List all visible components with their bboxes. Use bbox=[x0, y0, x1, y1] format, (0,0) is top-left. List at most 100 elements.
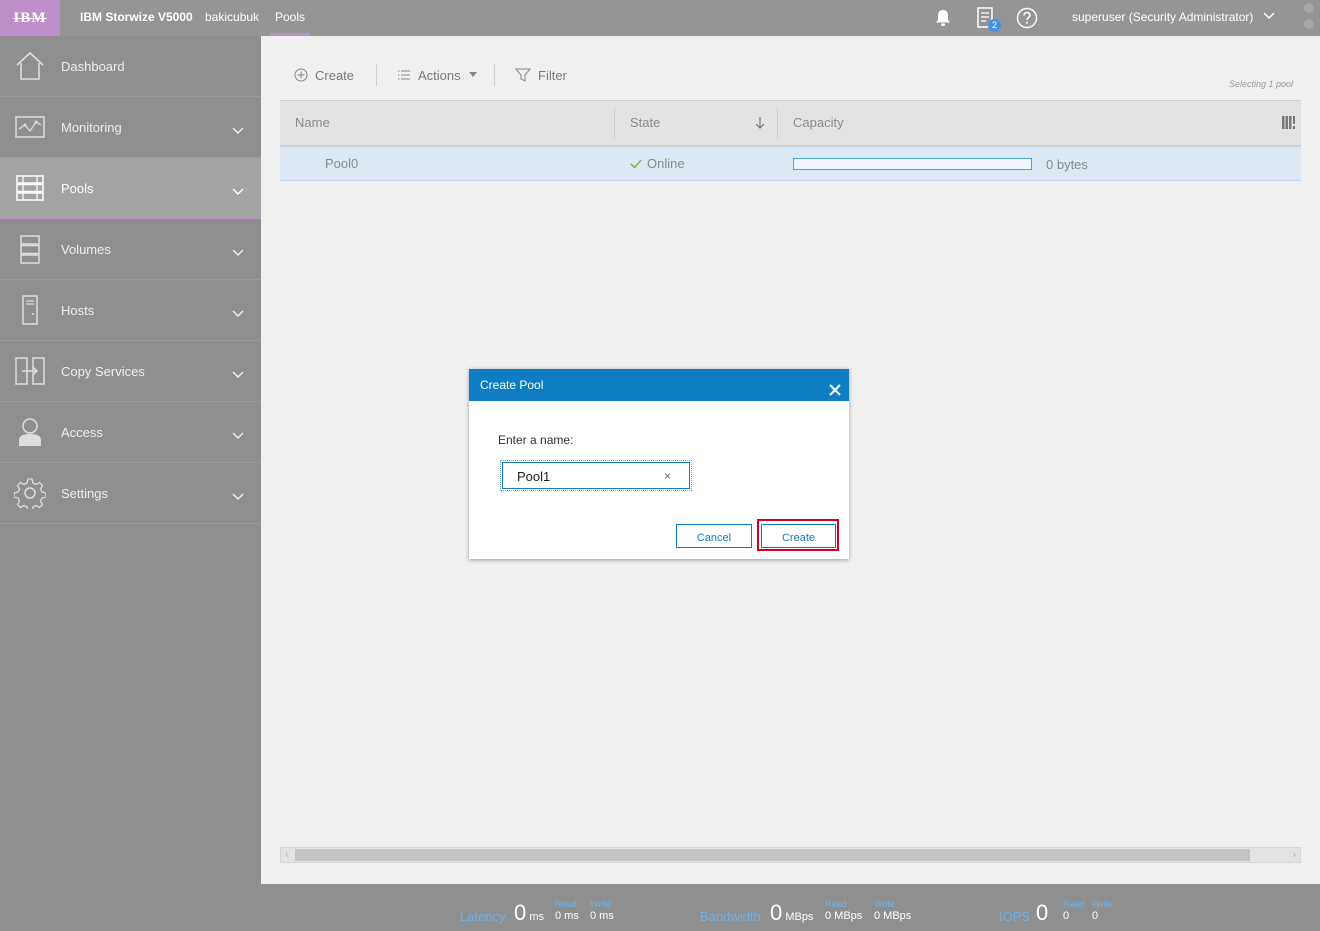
actions-menu-button[interactable]: Actions bbox=[397, 66, 478, 84]
column-chooser-icon[interactable] bbox=[1282, 116, 1295, 134]
latency-value: 0 ms bbox=[514, 900, 544, 925]
column-header-capacity[interactable]: Capacity bbox=[793, 101, 844, 145]
notifications-bell-icon[interactable] bbox=[931, 6, 955, 30]
copy-services-icon bbox=[14, 355, 46, 387]
selection-count: Selecting 1 pool bbox=[1228, 79, 1293, 89]
capacity-bar bbox=[793, 158, 1032, 170]
filter-icon bbox=[515, 68, 531, 82]
column-divider[interactable] bbox=[777, 108, 778, 138]
chevron-down-icon bbox=[231, 123, 245, 135]
running-tasks-icon[interactable]: 2 bbox=[973, 6, 1001, 32]
actions-label: Actions bbox=[418, 67, 461, 83]
column-divider[interactable] bbox=[614, 108, 615, 138]
sidebar-item-label: Dashboard bbox=[61, 59, 125, 74]
sidebar: Dashboard Monitoring Pools Volumes Hosts bbox=[0, 36, 261, 931]
filter-label: Filter bbox=[538, 67, 567, 83]
chevron-down-icon bbox=[231, 245, 245, 257]
system-name[interactable]: bakicubuk bbox=[205, 10, 259, 24]
scroll-left-arrow-icon[interactable]: ‹ bbox=[285, 848, 289, 862]
ibm-logo[interactable]: IBM bbox=[0, 0, 60, 36]
dialog-title: Create Pool bbox=[480, 378, 544, 392]
volumes-icon bbox=[14, 233, 46, 265]
sidebar-item-label: Settings bbox=[61, 486, 108, 501]
sidebar-item-monitoring[interactable]: Monitoring bbox=[0, 97, 261, 158]
bandwidth-read: Read 0 MBps bbox=[825, 899, 863, 922]
scroll-right-arrow-icon[interactable]: › bbox=[1292, 848, 1296, 862]
plus-circle-icon bbox=[294, 68, 308, 82]
latency-read: Read 0 ms bbox=[555, 899, 579, 922]
sidebar-item-pools[interactable]: Pools bbox=[0, 158, 261, 219]
breadcrumb-pools[interactable]: Pools bbox=[270, 0, 311, 36]
sidebar-item-label: Copy Services bbox=[61, 364, 145, 379]
caret-down-icon bbox=[468, 72, 477, 77]
iops-stat[interactable]: IOPS 0 Read 0 Write 0 bbox=[999, 884, 1149, 931]
product-name: IBM Storwize V5000 bbox=[80, 10, 193, 24]
gear-icon bbox=[13, 477, 47, 512]
iops-read: Read 0 bbox=[1063, 899, 1085, 922]
sidebar-item-label: Volumes bbox=[61, 242, 111, 257]
scrollbar-thumb[interactable] bbox=[295, 849, 1250, 861]
close-icon[interactable] bbox=[828, 377, 842, 396]
cancel-button[interactable]: Cancel bbox=[676, 524, 752, 548]
column-header-name[interactable]: Name bbox=[295, 101, 330, 145]
sidebar-item-dashboard[interactable]: Dashboard bbox=[0, 36, 261, 97]
toolbar-divider bbox=[494, 64, 495, 86]
pool-name-field[interactable]: × bbox=[500, 460, 692, 491]
sidebar-item-copy-services[interactable]: Copy Services bbox=[0, 341, 261, 402]
toolbar-divider bbox=[376, 64, 377, 86]
logo-text: IBM bbox=[13, 9, 47, 26]
latency-label: Latency bbox=[460, 909, 506, 924]
sort-descending-icon[interactable] bbox=[754, 116, 766, 135]
bandwidth-label: Bandwidth bbox=[700, 909, 761, 924]
bandwidth-write: Write 0 MBps bbox=[874, 899, 912, 922]
bandwidth-stat[interactable]: Bandwidth 0 MBps Read 0 MBps Write 0 MBps bbox=[700, 884, 920, 931]
dialog-header: Create Pool bbox=[469, 369, 849, 401]
iops-label: IOPS bbox=[999, 909, 1031, 924]
top-bar: IBM IBM Storwize V5000 bakicubuk Pools 2… bbox=[0, 0, 1320, 36]
sidebar-item-label: Access bbox=[61, 425, 103, 440]
pools-icon bbox=[14, 172, 46, 204]
filter-button[interactable]: Filter bbox=[515, 66, 567, 84]
table-header: Name State Capacity bbox=[280, 100, 1301, 147]
column-header-state[interactable]: State bbox=[630, 101, 660, 145]
sidebar-item-label: Hosts bbox=[61, 303, 95, 318]
chevron-down-icon bbox=[231, 489, 245, 501]
list-icon bbox=[398, 70, 410, 80]
state-label: Online bbox=[647, 156, 685, 171]
table-row[interactable]: Pool0 Online 0 bytes bbox=[280, 147, 1301, 181]
sidebar-item-label: Monitoring bbox=[61, 120, 122, 135]
pool-state-cell: Online bbox=[630, 147, 685, 180]
hosts-icon bbox=[14, 294, 46, 326]
user-menu-chevron-icon[interactable] bbox=[1262, 9, 1276, 23]
user-menu-label[interactable]: superuser (Security Administrator) bbox=[1072, 10, 1253, 24]
create-label: Create bbox=[315, 67, 355, 83]
create-pool-dialog: Create Pool Enter a name: × Cancel Creat… bbox=[469, 369, 849, 559]
clear-input-icon[interactable]: × bbox=[664, 469, 671, 483]
sidebar-item-volumes[interactable]: Volumes bbox=[0, 219, 261, 280]
chevron-down-icon bbox=[231, 184, 245, 196]
chevron-down-icon bbox=[231, 428, 245, 440]
bandwidth-value: 0 MBps bbox=[770, 900, 814, 925]
checkmark-icon bbox=[630, 158, 642, 169]
pools-table: Name State Capacity Pool0 Online 0 bytes bbox=[280, 100, 1301, 181]
chevron-down-icon bbox=[231, 306, 245, 318]
sidebar-item-label: Pools bbox=[61, 181, 94, 196]
sidebar-item-access[interactable]: Access bbox=[0, 402, 261, 463]
pool-name-cell: Pool0 bbox=[325, 156, 359, 171]
pool-capacity-cell: 0 bytes bbox=[1046, 157, 1088, 172]
monitoring-icon bbox=[14, 111, 46, 143]
sidebar-item-hosts[interactable]: Hosts bbox=[0, 280, 261, 341]
iops-write: Write 0 bbox=[1092, 899, 1113, 922]
horizontal-scrollbar[interactable]: ‹ › bbox=[280, 847, 1301, 863]
sidebar-item-settings[interactable]: Settings bbox=[0, 463, 261, 524]
help-icon[interactable] bbox=[1015, 6, 1039, 30]
side-dots bbox=[1304, 3, 1314, 35]
pool-name-prompt: Enter a name: bbox=[498, 433, 574, 447]
create-pool-button[interactable]: Create bbox=[294, 66, 354, 84]
iops-value: 0 bbox=[1036, 900, 1049, 925]
latency-stat[interactable]: Latency 0 ms Read 0 ms Write 0 ms bbox=[460, 884, 630, 931]
create-button[interactable]: Create bbox=[761, 524, 836, 548]
pool-name-input[interactable] bbox=[517, 467, 657, 485]
performance-status-bar: Latency 0 ms Read 0 ms Write 0 ms Bandwidt… bbox=[261, 884, 1320, 931]
tasks-count-badge: 2 bbox=[988, 19, 1001, 32]
